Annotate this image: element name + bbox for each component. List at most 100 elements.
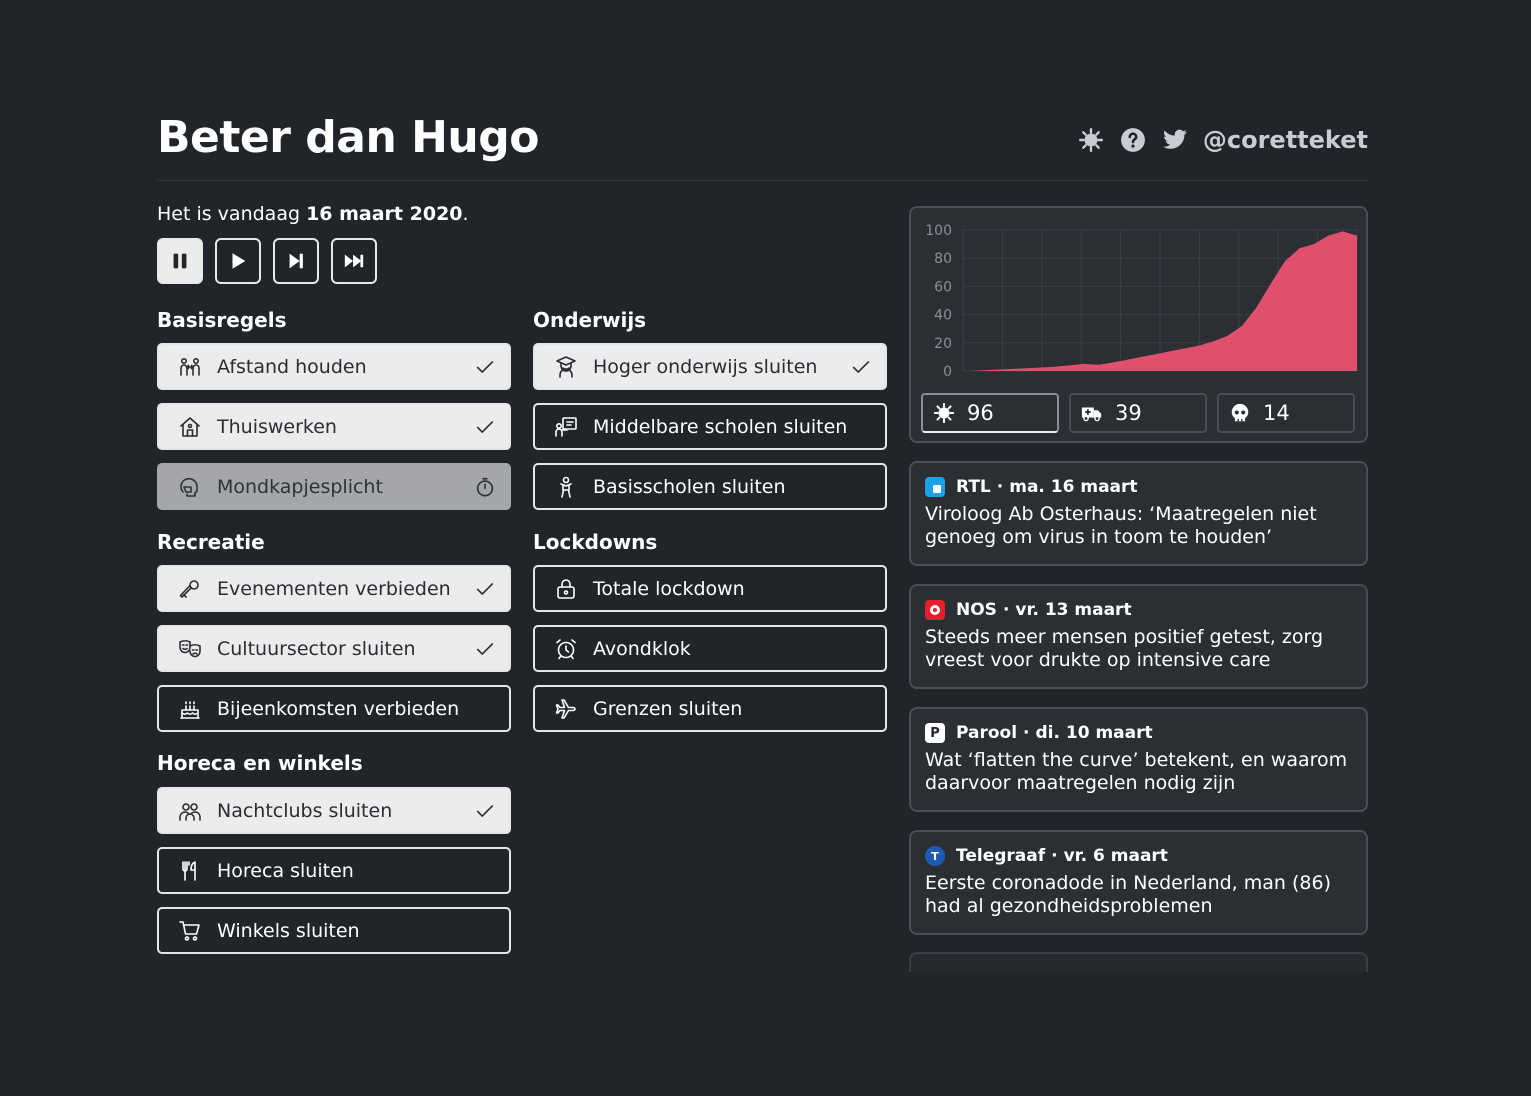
fast-forward-button[interactable]: [331, 238, 377, 284]
play-button[interactable]: [215, 238, 261, 284]
rtl-logo-icon: [925, 477, 945, 497]
empty-state: [849, 475, 873, 499]
check-icon: [473, 637, 497, 661]
settings-virus-icon[interactable]: [1077, 126, 1105, 154]
measure-toggle-avondklok[interactable]: Avondklok: [533, 625, 887, 672]
nos-logo-icon: [925, 600, 945, 620]
measure-label: Grenzen sluiten: [593, 697, 743, 720]
news-meta: T Telegraaf · vr. 6 maart: [925, 846, 1352, 866]
microphone-icon: [177, 576, 203, 602]
news-source: NOS: [956, 600, 997, 620]
news-date: vr. 6 maart: [1063, 846, 1168, 866]
measure-toggle-bijeenkomsten-verbieden[interactable]: Bijeenkomsten verbieden: [157, 685, 511, 732]
measure-toggle-middelbare-scholen-sluiten[interactable]: Middelbare scholen sluiten: [533, 403, 887, 450]
empty-state: [473, 697, 497, 721]
empty-state: [849, 577, 873, 601]
utensils-icon: [177, 858, 203, 884]
measure-toggle-winkels-sluiten[interactable]: Winkels sluiten: [157, 907, 511, 954]
news-item[interactable]: P Parool · di. 10 maart Wat ‘flatten the cur…: [909, 707, 1368, 812]
alarm-clock-icon: [553, 636, 579, 662]
teacher-board-icon: [553, 414, 579, 440]
chart-y-tick-label: 80: [934, 251, 952, 267]
check-icon: [473, 415, 497, 439]
skull-icon: [1231, 403, 1249, 422]
step-forward-button[interactable]: [273, 238, 319, 284]
measure-toggle-evenementen-verbieden[interactable]: Evenementen verbieden: [157, 565, 511, 612]
stat-value: 39: [1115, 401, 1142, 425]
chart-area-series: [969, 231, 1357, 371]
plane-icon: [553, 696, 579, 722]
measure-toggle-mondkapjesplicht[interactable]: Mondkapjesplicht: [157, 463, 511, 510]
measure-label: Nachtclubs sluiten: [217, 799, 393, 822]
people-group-icon: [177, 798, 203, 824]
measure-toggle-grenzen-sluiten[interactable]: Grenzen sluiten: [533, 685, 887, 732]
news-source: Telegraaf: [956, 846, 1046, 866]
news-item[interactable]: NOS · vr. 13 maart Steeds meer mensen posit…: [909, 584, 1368, 689]
news-meta: NOS · vr. 13 maart: [925, 600, 1352, 620]
measure-label: Basisscholen sluiten: [593, 475, 786, 498]
people-distance-icon: [177, 354, 203, 380]
measure-toggle-hoger-onderwijs-sluiten[interactable]: Hoger onderwijs sluiten: [533, 343, 887, 390]
measure-toggle-basisscholen-sluiten[interactable]: Basisscholen sluiten: [533, 463, 887, 510]
stat-ambulance-button[interactable]: 39: [1069, 393, 1207, 433]
measure-label: Hoger onderwijs sluiten: [593, 355, 818, 378]
measure-toggle-horeca-sluiten[interactable]: Horeca sluiten: [157, 847, 511, 894]
infections-chart-card: 100 80 60 40 20 0 96 39 14: [909, 206, 1368, 443]
playback-controls: [157, 238, 377, 284]
stopwatch-icon: [473, 475, 497, 499]
cake-icon: [177, 696, 203, 722]
infections-chart: 100 80 60 40 20 0: [925, 223, 1358, 380]
news-headline: Eerste coronadode in Nederland, man (86)…: [925, 872, 1331, 917]
telegraaf-logo-icon: T: [925, 846, 945, 866]
measure-label: Winkels sluiten: [217, 919, 360, 942]
measure-label: Mondkapjesplicht: [217, 475, 383, 498]
section-title-onderwijs: Onderwijs: [533, 308, 647, 332]
news-item[interactable]: T Telegraaf · vr. 6 maart Eerste coronadode …: [909, 830, 1368, 935]
check-icon: [473, 799, 497, 823]
chart-y-tick-label: 40: [934, 308, 952, 324]
news-headline: Steeds meer mensen positief getest, zorg…: [925, 626, 1323, 671]
current-date-value: 16 maart 2020: [306, 203, 463, 225]
news-item[interactable]: RTL · ma. 16 maart Viroloog Ab Osterhaus: ‘…: [909, 461, 1368, 566]
measure-toggle-afstand-houden[interactable]: Afstand houden: [157, 343, 511, 390]
measure-toggle-totale-lockdown[interactable]: Totale lockdown: [533, 565, 887, 612]
measure-label: Bijeenkomsten verbieden: [217, 697, 460, 720]
check-icon: [473, 577, 497, 601]
news-source: Parool: [956, 723, 1018, 743]
virus-icon: [933, 402, 955, 424]
news-headline: Wat ‘flatten the curve’ betekent, en waa…: [925, 749, 1348, 794]
stat-skull-button[interactable]: 14: [1217, 393, 1355, 433]
measure-label: Totale lockdown: [593, 577, 745, 600]
help-icon[interactable]: [1119, 126, 1147, 154]
twitter-icon[interactable]: [1161, 126, 1189, 154]
twitter-handle-link[interactable]: @coretteket: [1203, 126, 1368, 154]
chart-y-tick-label: 100: [925, 223, 952, 239]
pause-button[interactable]: [157, 238, 203, 284]
stat-value: 96: [967, 401, 994, 425]
head-mask-icon: [177, 474, 203, 500]
measure-label: Thuiswerken: [217, 415, 337, 438]
empty-state: [473, 919, 497, 943]
news-item-partial: [909, 952, 1368, 972]
current-date: Het is vandaag 16 maart 2020.: [157, 203, 469, 225]
chart-y-tick-label: 20: [934, 336, 952, 352]
house-icon: [177, 414, 203, 440]
news-date: di. 10 maart: [1035, 723, 1153, 743]
stat-virus-button[interactable]: 96: [921, 393, 1059, 433]
section-title-lockdowns: Lockdowns: [533, 530, 658, 554]
measure-label: Afstand houden: [217, 355, 367, 378]
step-forward-icon: [289, 253, 303, 269]
check-icon: [473, 355, 497, 379]
measure-toggle-nachtclubs-sluiten[interactable]: Nachtclubs sluiten: [157, 787, 511, 834]
chart-y-tick-label: 60: [934, 279, 952, 295]
section-title-basisregels: Basisregels: [157, 308, 287, 332]
news-source: RTL: [956, 477, 991, 497]
empty-state: [849, 637, 873, 661]
measure-label: Horeca sluiten: [217, 859, 354, 882]
header-actions: @coretteket: [1077, 126, 1368, 154]
measure-toggle-cultuursector-sluiten[interactable]: Cultuursector sluiten: [157, 625, 511, 672]
section-title-recreatie: Recreatie: [157, 530, 265, 554]
page-title: Beter dan Hugo: [157, 112, 539, 163]
chart-y-tick-label: 0: [943, 364, 952, 380]
measure-toggle-thuiswerken[interactable]: Thuiswerken: [157, 403, 511, 450]
